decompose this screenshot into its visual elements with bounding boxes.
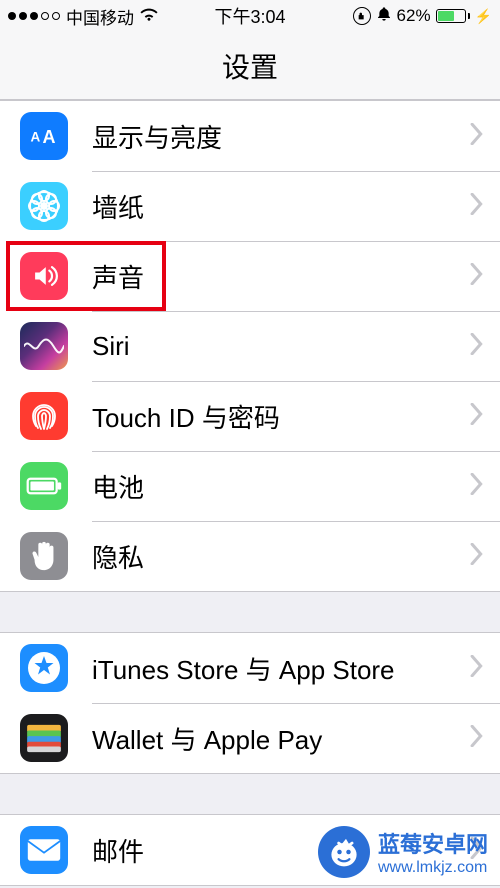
charging-icon: ⚡ (475, 8, 492, 25)
chevron-right-icon (470, 655, 484, 682)
mail-icon (20, 826, 68, 874)
chevron-right-icon (470, 263, 484, 290)
chevron-right-icon (470, 123, 484, 150)
wifi-icon (140, 6, 158, 26)
settings-group-1: AA 显示与亮度 墙纸 声音 Siri Touch ID 与密码 (0, 100, 500, 592)
row-label: 隐私 (92, 538, 470, 575)
row-label: iTunes Store 与 App Store (92, 650, 470, 687)
chevron-right-icon (470, 333, 484, 360)
chevron-right-icon (470, 403, 484, 430)
row-privacy[interactable]: 隐私 (0, 521, 500, 591)
row-battery[interactable]: 电池 (0, 451, 500, 521)
row-label: 电池 (92, 468, 470, 505)
row-label: 墙纸 (92, 188, 470, 225)
settings-group-2: iTunes Store 与 App Store Wallet 与 Apple … (0, 632, 500, 774)
status-bar: 中国移动 下午3:04 62% ⚡ (0, 0, 500, 32)
chevron-right-icon (470, 725, 484, 752)
hand-icon (20, 532, 68, 580)
sound-icon (20, 252, 68, 300)
row-itunes[interactable]: iTunes Store 与 App Store (0, 633, 500, 703)
watermark-url: www.lmkjz.com (378, 859, 488, 877)
battery-percent: 62% (397, 6, 431, 26)
appstore-icon (20, 644, 68, 692)
row-display[interactable]: AA 显示与亮度 (0, 101, 500, 171)
battery-row-icon (20, 462, 68, 510)
svg-text:A: A (31, 129, 41, 144)
chevron-right-icon (470, 193, 484, 220)
signal-strength-icon (8, 12, 60, 20)
row-label: Siri (92, 331, 470, 362)
wallet-icon (20, 714, 68, 762)
wallpaper-icon (20, 182, 68, 230)
row-label: 声音 (92, 258, 470, 295)
orientation-lock-icon (353, 7, 371, 25)
carrier-label: 中国移动 (66, 4, 134, 29)
battery-icon (436, 9, 470, 23)
row-wallet[interactable]: Wallet 与 Apple Pay (0, 703, 500, 773)
row-wallpaper[interactable]: 墙纸 (0, 171, 500, 241)
display-icon: AA (20, 112, 68, 160)
watermark-text: 蓝莓安卓网 www.lmkjz.com (378, 827, 488, 877)
row-label: Wallet 与 Apple Pay (92, 720, 470, 757)
row-sound[interactable]: 声音 (0, 241, 500, 311)
watermark-title: 蓝莓安卓网 (378, 832, 488, 857)
watermark: 蓝莓安卓网 www.lmkjz.com (318, 826, 488, 878)
chevron-right-icon (470, 543, 484, 570)
row-label: Touch ID 与密码 (92, 398, 470, 435)
page-title: 设置 (0, 32, 500, 100)
svg-text:A: A (43, 127, 56, 146)
siri-icon (20, 322, 68, 370)
row-siri[interactable]: Siri (0, 311, 500, 381)
fingerprint-icon (20, 392, 68, 440)
status-left: 中国移动 (8, 4, 158, 29)
alarm-icon (376, 6, 392, 27)
row-touchid[interactable]: Touch ID 与密码 (0, 381, 500, 451)
row-label: 显示与亮度 (92, 118, 470, 155)
status-right: 62% ⚡ (353, 6, 492, 27)
chevron-right-icon (470, 473, 484, 500)
watermark-logo-icon (318, 826, 370, 878)
